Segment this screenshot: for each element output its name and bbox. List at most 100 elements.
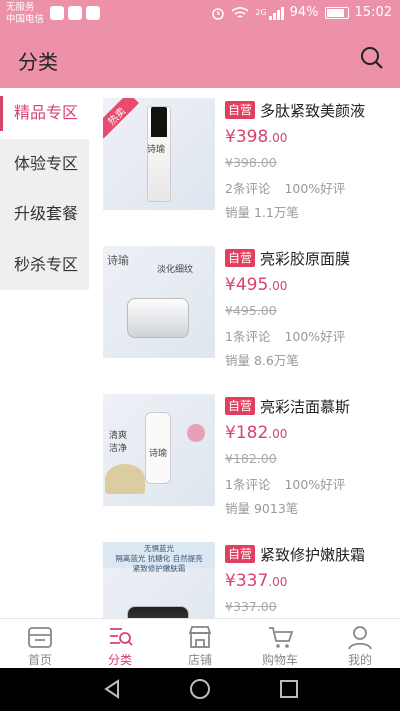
notification-icons xyxy=(50,6,100,20)
back-icon[interactable] xyxy=(101,678,123,700)
product-image[interactable]: 无惧蓝光 隔离蓝光 抗糖化 自然提亮 紧致修护嫩肤霜 xyxy=(103,542,215,618)
review-count: 1条评论 xyxy=(225,329,271,344)
sidebar-item-label: 升级套餐 xyxy=(14,204,79,223)
sidebar-item-label: 体验专区 xyxy=(14,153,79,173)
banner-line: 无惧蓝光 xyxy=(144,544,174,553)
mask-jar xyxy=(127,298,189,338)
product-card[interactable]: 无惧蓝光 隔离蓝光 抗糖化 自然提亮 紧致修护嫩肤霜 自营 紧致修护嫩肤霜 ¥3… xyxy=(89,532,400,618)
battery-icon xyxy=(324,6,349,19)
sidebar-item-premium[interactable]: 精品专区 xyxy=(0,88,89,139)
price-integer: ¥495 xyxy=(225,275,269,295)
tab-cart[interactable]: 购物车 xyxy=(240,619,320,668)
brand-logo: 诗瑜 xyxy=(149,449,168,459)
product-price: ¥398.00 xyxy=(225,127,395,151)
app-bar: 分类 xyxy=(0,28,400,88)
original-price: ¥398.00 xyxy=(225,155,277,170)
store-icon xyxy=(188,626,212,648)
positive-rate: 100%好评 xyxy=(284,329,346,344)
tab-category[interactable]: 分类 xyxy=(80,619,160,668)
wifi-icon xyxy=(231,6,249,18)
cream-jar xyxy=(127,606,189,618)
product-card[interactable]: 清爽洁净 诗瑜 自营 亮彩洁面慕斯 ¥182.00 ¥182.00 1条评论 10… xyxy=(89,384,400,532)
price-integer: ¥337 xyxy=(225,571,269,591)
original-price: ¥337.00 xyxy=(225,599,277,614)
review-meta: 1条评论 100%好评 xyxy=(225,474,395,492)
network-type: 2G xyxy=(255,8,267,17)
price-decimal: .00 xyxy=(268,427,288,441)
tab-home[interactable]: 首页 xyxy=(0,619,80,668)
positive-rate: 100%好评 xyxy=(284,477,346,492)
search-icon xyxy=(361,47,383,69)
sidebar-item-flash-sale[interactable]: 秒杀专区 xyxy=(0,240,89,291)
product-card[interactable]: 诗瑜 淡化细纹 自营 亮彩胶原面膜 ¥495.00 ¥495.00 1条评论 10… xyxy=(89,236,400,384)
system-nav-bar xyxy=(0,668,400,711)
hot-badge: 热卖 xyxy=(103,98,139,139)
price-decimal: .00 xyxy=(268,575,288,589)
home-icon xyxy=(28,627,52,648)
recent-apps-icon[interactable] xyxy=(278,678,300,700)
sidebar-item-upgrade[interactable]: 升级套餐 xyxy=(0,189,89,240)
review-count: 1条评论 xyxy=(225,477,271,492)
signal-icon xyxy=(268,6,284,20)
sidebar-item-trial[interactable]: 体验专区 xyxy=(0,139,89,190)
sales-count: 销量 1.1万笔 xyxy=(225,205,299,220)
product-name[interactable]: 紧致修护嫩肤霜 xyxy=(260,544,365,565)
carrier-status: 无服务 xyxy=(6,2,35,13)
product-name[interactable]: 亮彩洁面慕斯 xyxy=(260,396,350,417)
carrier-name: 中国电信 xyxy=(6,14,45,25)
brand-logo: 诗瑜 xyxy=(147,145,166,155)
clock: 15:02 xyxy=(354,5,392,20)
product-price: ¥337.00 xyxy=(225,571,395,595)
review-meta: 2条评论 100%好评 xyxy=(225,178,395,196)
product-image[interactable]: 诗瑜 淡化细纹 xyxy=(103,246,215,358)
home-nav-icon[interactable] xyxy=(189,678,211,700)
gallery-notification-icon xyxy=(86,6,100,20)
product-name[interactable]: 多肽紧致美颜液 xyxy=(260,100,365,121)
review-meta: 1条评论 100%好评 xyxy=(225,326,395,344)
tab-store[interactable]: 店铺 xyxy=(160,619,240,668)
search-button[interactable] xyxy=(358,44,386,72)
flower-decoration xyxy=(187,424,205,442)
category-sidebar: 精品专区 体验专区 升级套餐 秒杀专区 xyxy=(0,88,89,290)
banner-line: 隔离蓝光 抗糖化 自然提亮 xyxy=(115,554,203,563)
product-image[interactable]: 热卖 诗瑜 xyxy=(103,98,215,210)
self-operated-badge: 自营 xyxy=(225,249,256,267)
product-name[interactable]: 亮彩胶原面膜 xyxy=(260,248,350,269)
bottom-tab-bar: 首页 分类 店铺 购物车 我的 xyxy=(0,618,400,668)
image-banner: 无惧蓝光 隔离蓝光 抗糖化 自然提亮 紧致修护嫩肤霜 xyxy=(103,542,215,573)
product-card[interactable]: 热卖 诗瑜 自营 多肽紧致美颜液 ¥398.00 ¥398.00 2条评论 100… xyxy=(89,88,400,236)
banner-line: 紧致修护嫩肤霜 xyxy=(132,564,186,573)
tab-label: 我的 xyxy=(347,653,372,667)
profile-icon xyxy=(348,626,372,650)
carrier-info: 无服务 中国电信 xyxy=(6,2,44,26)
price-decimal: .00 xyxy=(268,279,288,293)
app-notification-icon xyxy=(68,6,82,20)
positive-rate: 100%好评 xyxy=(284,181,346,196)
image-caption: 清爽洁净 xyxy=(109,431,128,454)
image-caption: 淡化细纹 xyxy=(157,265,194,275)
page-title: 分类 xyxy=(18,50,58,74)
tab-label: 首页 xyxy=(27,653,52,667)
cart-icon xyxy=(269,627,294,648)
tab-label: 店铺 xyxy=(187,653,212,667)
wheat-decoration xyxy=(105,464,145,494)
product-price: ¥495.00 xyxy=(225,275,395,299)
price-integer: ¥182 xyxy=(225,423,269,443)
self-operated-badge: 自营 xyxy=(225,545,256,563)
tab-label: 购物车 xyxy=(261,653,298,667)
product-list: 热卖 诗瑜 自营 多肽紧致美颜液 ¥398.00 ¥398.00 2条评论 100… xyxy=(89,88,400,618)
original-price: ¥495.00 xyxy=(225,303,277,318)
sidebar-item-label: 精品专区 xyxy=(14,103,79,122)
price-integer: ¥398 xyxy=(225,127,269,147)
product-price: ¥182.00 xyxy=(225,423,395,447)
alarm-icon xyxy=(212,7,225,20)
sales-count: 销量 8.6万笔 xyxy=(225,353,299,368)
tab-profile[interactable]: 我的 xyxy=(320,619,400,668)
sales-count: 销量 9013笔 xyxy=(225,501,299,516)
original-price: ¥182.00 xyxy=(225,451,277,466)
review-count: 2条评论 xyxy=(225,181,271,196)
product-image[interactable]: 清爽洁净 诗瑜 xyxy=(103,394,215,506)
status-bar: 无服务 中国电信 2G 94% 15:02 xyxy=(0,0,400,28)
self-operated-badge: 自营 xyxy=(225,101,256,119)
battery-percent: 94% xyxy=(289,5,319,20)
